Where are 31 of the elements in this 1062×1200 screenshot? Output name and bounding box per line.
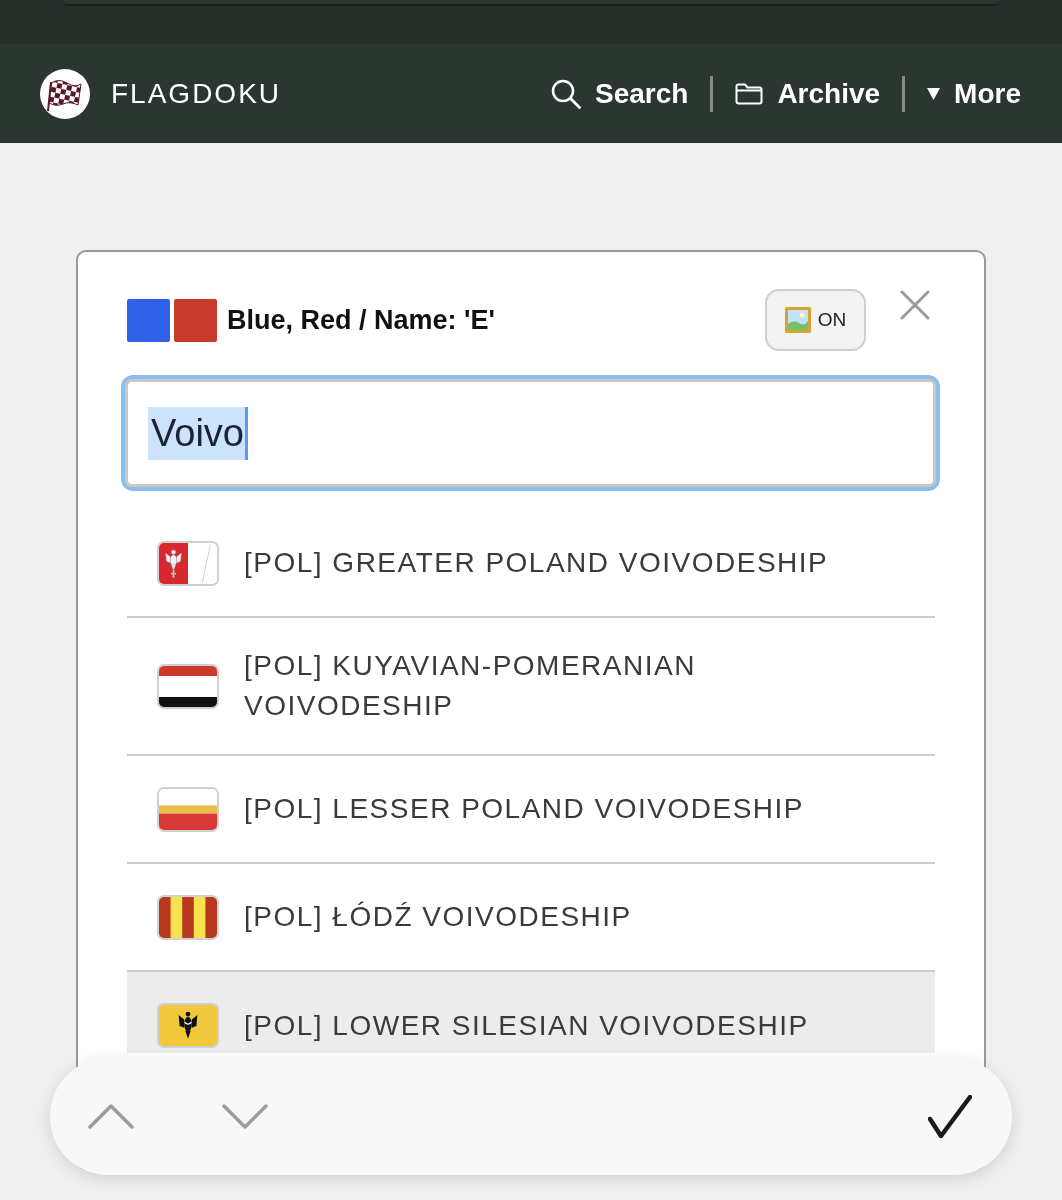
framed-picture-icon	[784, 307, 811, 333]
result-label: [POL] GREATER POLAND VOIVODESHIP	[244, 546, 829, 580]
result-label: [POL] KUYAVIAN-POMERANIAN VOIVODESHIP	[244, 649, 697, 723]
result-label: [POL] LESSER POLAND VOIVODESHIP	[244, 792, 804, 826]
result-item[interactable]: [POL] LOWER SILESIAN VOIVODESHIP	[127, 972, 935, 1053]
image-toggle-button[interactable]: ON	[765, 289, 866, 351]
chevron-down-icon	[222, 1104, 268, 1129]
close-icon	[900, 290, 930, 320]
caret-icon	[927, 87, 941, 100]
flag-icon	[157, 1003, 219, 1048]
brand-link[interactable]: FLAGDOKU	[40, 68, 282, 119]
close-button[interactable]	[900, 290, 930, 320]
chevron-up-icon	[88, 1104, 134, 1129]
flag-icon	[157, 894, 219, 940]
archive-link[interactable]: Archive	[735, 77, 881, 110]
search-link[interactable]: Search	[550, 77, 689, 110]
previous-button[interactable]	[88, 1104, 134, 1129]
search-field[interactable]: Voivo	[121, 375, 940, 491]
more-link[interactable]: More	[927, 77, 1021, 110]
checkered-flag-icon	[40, 68, 90, 119]
folder-icon	[735, 82, 764, 105]
done-button[interactable]	[928, 1094, 972, 1139]
result-label: [POL] ŁÓDŹ VOIVODESHIP	[244, 900, 632, 934]
next-button[interactable]	[222, 1104, 268, 1129]
flag-icon	[157, 540, 219, 586]
result-label: [POL] LOWER SILESIAN VOIVODESHIP	[244, 1008, 809, 1043]
flag-icon	[157, 786, 219, 832]
search-icon	[550, 78, 581, 109]
dialog-title: Blue, Red / Name: 'E'	[227, 304, 496, 336]
checkmark-icon	[928, 1094, 972, 1139]
flag-icon	[157, 663, 219, 709]
